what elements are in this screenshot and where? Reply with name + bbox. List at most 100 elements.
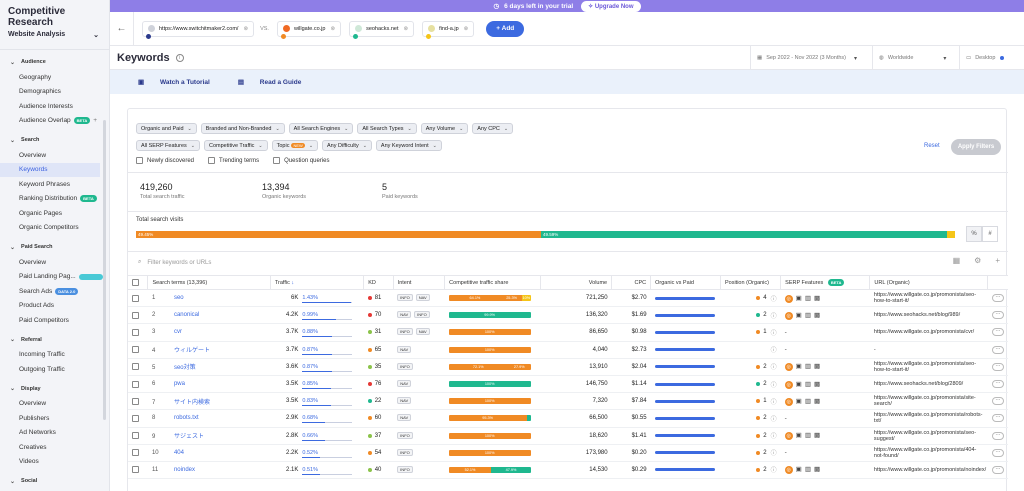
row-checkbox[interactable] <box>132 294 139 302</box>
filter-checkbox[interactable] <box>136 157 143 164</box>
keyword-link[interactable]: seo <box>174 295 184 301</box>
sidebar-section-3[interactable]: ⌄ Referral <box>0 332 109 348</box>
more-options-icon[interactable]: ··· <box>991 397 1004 406</box>
row-checkbox[interactable] <box>132 346 139 354</box>
row-select-cell[interactable] <box>128 444 148 462</box>
keyword-link[interactable]: 404 <box>174 450 184 456</box>
domain-chip-1[interactable]: https://www.switchitmaker2.com/ ⊗ <box>142 20 255 39</box>
row-select-cell[interactable] <box>128 341 148 359</box>
more-options-icon[interactable]: ··· <box>991 328 1004 337</box>
select-all-checkbox[interactable] <box>132 279 139 286</box>
domain-chip-2[interactable]: willgate.co.jp ⊗ <box>276 20 342 39</box>
row-select-cell[interactable] <box>128 358 148 376</box>
row-select-cell[interactable] <box>128 427 148 445</box>
url-text[interactable]: https://www.willgate.co.jp/promonista/se… <box>874 292 984 304</box>
sidebar-section-2[interactable]: ⌄ Paid Search <box>0 239 109 255</box>
url-cell[interactable]: https://www.seohacks.net/blog/2809/ <box>869 375 988 394</box>
back-arrow-icon[interactable]: ← <box>110 11 134 46</box>
close-icon[interactable]: ⊗ <box>464 26 469 32</box>
keyword-link[interactable]: pwa <box>174 381 185 387</box>
row-select-cell[interactable] <box>128 461 148 480</box>
watch-tutorial-link[interactable]: ▣ Watch a Tutorial <box>124 78 210 86</box>
col-cpc[interactable]: CPC <box>611 275 652 290</box>
filter-checkbox[interactable] <box>208 157 216 164</box>
domain-chip-4[interactable]: find-a.jp ⊗ <box>422 20 475 39</box>
more-options-icon[interactable]: ··· <box>991 448 1004 457</box>
add-icon[interactable]: + <box>93 117 97 124</box>
url-text[interactable]: https://www.seohacks.net/blog/989/ <box>874 312 984 318</box>
sidebar-item[interactable]: Paid Landing Pag... <box>0 270 109 285</box>
url-cell[interactable]: https://www.willgate.co.jp/promonista/si… <box>869 392 988 411</box>
url-cell[interactable]: https://www.willgate.co.jp/promonista/cv… <box>869 323 988 342</box>
info-icon[interactable]: ⓘ <box>771 311 777 320</box>
keyword-link[interactable]: ウィルゲート <box>174 348 210 354</box>
search-input[interactable]: Filter keywords or URLs <box>147 260 211 266</box>
col-search-terms[interactable]: Search terms (13,396) <box>147 275 271 290</box>
col-position[interactable]: Position (Organic) <box>720 275 782 290</box>
row-checkbox[interactable] <box>132 449 139 457</box>
sidebar-item[interactable]: Organic Pages <box>0 206 109 221</box>
sidebar-item[interactable]: Outgoing Traffic <box>0 362 109 377</box>
close-icon[interactable]: ⊗ <box>330 26 335 32</box>
url-text[interactable]: https://www.willgate.co.jp/promonista/ro… <box>874 412 984 424</box>
more-options-icon[interactable]: ··· <box>991 311 1004 320</box>
number-toggle-button[interactable]: # <box>982 226 998 242</box>
info-icon[interactable]: i <box>175 53 184 62</box>
row-checkbox[interactable] <box>132 466 139 474</box>
url-cell[interactable]: https://www.willgate.co.jp/promonista/se… <box>869 427 988 445</box>
table-row[interactable]: 8 robots.txt 2.9K 0.68% 60 NAV 95.3% 66,500 $0.5… <box>128 409 1008 428</box>
more-options-icon[interactable]: ··· <box>991 414 1004 423</box>
keyword-link[interactable]: cvr <box>174 329 182 335</box>
info-icon[interactable]: ⓘ <box>771 465 777 474</box>
add-icon[interactable]: + <box>995 256 1000 265</box>
url-text[interactable]: https://www.seohacks.net/blog/2809/ <box>874 381 984 387</box>
table-row[interactable]: 6 pwa 3.5K 0.85% 76 NAV 100% 146,750 $1.14 2 ⓘ ◎ ▣ ▥ ▩… <box>128 375 1008 394</box>
info-icon[interactable]: ⓘ <box>771 345 777 354</box>
filter-checkbox[interactable] <box>273 157 281 164</box>
filter-chip[interactable]: Organic and Paid ⌄ <box>136 123 197 134</box>
sidebar-item[interactable]: Creatives <box>0 440 109 455</box>
info-icon[interactable]: ⓘ <box>771 294 777 303</box>
keyword-link[interactable]: robots.txt <box>174 415 199 421</box>
col-kd[interactable]: KD <box>363 275 394 290</box>
info-icon[interactable]: ⓘ <box>771 397 777 406</box>
url-text[interactable]: - <box>874 347 984 353</box>
more-options-icon[interactable]: ··· <box>991 380 1004 389</box>
filter-chip[interactable]: Any Volume ⌄ <box>420 123 469 134</box>
sidebar-item[interactable]: Paid Competitors <box>0 313 109 328</box>
sidebar-section-5[interactable]: ⌄ Social <box>0 473 109 489</box>
filter-chip[interactable]: Branded and Non-Branded ⌄ <box>200 123 285 134</box>
sidebar-item[interactable]: Incoming Traffic <box>0 348 109 363</box>
col-organic-vs-paid[interactable]: Organic vs Paid <box>650 275 721 290</box>
column-settings-icon[interactable]: ⚙ <box>974 256 981 265</box>
row-checkbox[interactable] <box>132 311 139 319</box>
info-icon[interactable]: ⓘ <box>771 380 777 389</box>
sidebar-item[interactable]: Ad Networks <box>0 426 109 441</box>
sidebar-item[interactable]: Search Ads DATA 2.0 <box>0 284 109 299</box>
col-volume[interactable]: Volume <box>540 275 613 290</box>
device-select[interactable]: ▭ Desktop <box>959 46 1024 70</box>
url-text[interactable]: https://www.willgate.co.jp/promonista/se… <box>874 430 984 442</box>
sidebar-section-4[interactable]: ⌄ Display <box>0 381 109 397</box>
table-row[interactable]: 9 サジェスト 2.8K 0.66% 37 INFO 100% 18,620 $1.41 2 ⓘ ◎ ▣… <box>128 427 1008 445</box>
row-checkbox[interactable] <box>132 432 139 440</box>
sidebar-item[interactable]: Ranking Distribution BETA <box>0 192 109 207</box>
col-intent[interactable]: Intent <box>393 275 446 290</box>
keyword-link[interactable]: サイト内検索 <box>174 400 210 406</box>
sidebar-item[interactable]: Geography <box>0 70 109 85</box>
select-all-header[interactable] <box>128 275 149 290</box>
keyword-link[interactable]: サジェスト <box>174 434 204 440</box>
add-domain-button[interactable]: + Add <box>486 20 525 37</box>
info-icon[interactable]: ⓘ <box>771 414 777 423</box>
row-select-cell[interactable] <box>128 375 148 394</box>
table-row[interactable]: 1 seo 6K 1.43% 81 INFO NAV 64.1% 25.3% 10% 721,250… <box>128 289 1008 308</box>
info-icon[interactable]: ⓘ <box>771 362 777 371</box>
col-traffic[interactable]: Traffic ↓ <box>270 275 365 290</box>
sidebar-item[interactable]: Audience Overlap BETA + <box>0 114 109 129</box>
reset-button[interactable]: Reset <box>924 143 940 149</box>
row-select-cell[interactable] <box>128 392 148 411</box>
row-checkbox[interactable] <box>132 414 139 422</box>
table-row[interactable]: 3 cvr 3.7K 0.88% 31 INFO NAV 100% 86,650 $0.98 1 ⓘ -… <box>128 323 1008 342</box>
sidebar-item[interactable]: Keywords <box>0 162 100 177</box>
table-row[interactable]: 2 canonical 4.2K 0.99% 70 NAV INFO 99.9% 136,320… <box>128 306 1008 325</box>
